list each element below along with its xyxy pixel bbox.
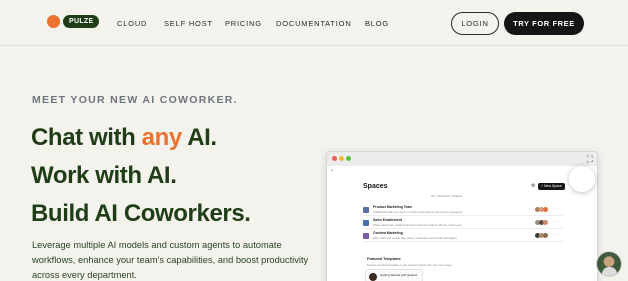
space-description: Share playbooks, battlecards and custome… bbox=[373, 223, 462, 227]
new-space-button[interactable]: + New Space bbox=[538, 183, 565, 190]
more-options-icon[interactable]: ··· bbox=[555, 219, 559, 224]
more-options-icon[interactable]: ··· bbox=[555, 206, 559, 211]
headline-line-1-pre: Chat with bbox=[31, 124, 142, 151]
chat-widget-avatar[interactable] bbox=[596, 251, 622, 277]
hero-eyebrow: MEET YOUR NEW AI COWORKER. bbox=[32, 94, 238, 106]
close-dot-icon bbox=[332, 156, 337, 161]
template-card[interactable]: Getting Started with Spaces bbox=[365, 269, 423, 281]
spaces-filter-tabs[interactable]: All · Favorited · Shared bbox=[431, 194, 462, 198]
space-row[interactable]: Product Marketing Team Collaborate with … bbox=[363, 205, 563, 216]
space-name: Product Marketing Team bbox=[373, 205, 413, 209]
pulze-logo[interactable]: PULZE bbox=[47, 15, 100, 28]
logo-wordmark: PULZE bbox=[63, 15, 100, 28]
nav-documentation[interactable]: DOCUMENTATION bbox=[276, 19, 352, 28]
try-for-free-button[interactable]: TRY FOR FREE bbox=[504, 12, 584, 35]
space-icon bbox=[363, 220, 369, 226]
maximize-dot-icon bbox=[346, 156, 351, 161]
headline-accent-word: any bbox=[141, 124, 183, 151]
member-avatars bbox=[535, 207, 548, 212]
back-chevron-icon[interactable]: ‹ bbox=[331, 168, 333, 174]
space-name: Content Marketing bbox=[373, 231, 403, 235]
headline-line-2: Work with AI. bbox=[31, 162, 177, 189]
member-avatars bbox=[535, 220, 548, 225]
headline-line-3: Build AI Coworkers. bbox=[31, 200, 251, 227]
expand-icon[interactable]: ⛶ bbox=[587, 154, 593, 164]
logo-dot-icon bbox=[47, 15, 60, 28]
nav-self-host[interactable]: SELF HOST bbox=[164, 19, 213, 28]
headline-line-1-post: AI. bbox=[181, 124, 217, 151]
settings-icon[interactable]: ⚙ bbox=[531, 183, 535, 189]
app-preview-window: ⛶ ‹ Spaces ⚙ + New Space All · Favorited… bbox=[326, 151, 598, 281]
nav-blog[interactable]: BLOG bbox=[365, 19, 389, 28]
space-name: Sales Enablement bbox=[373, 218, 403, 222]
space-row[interactable]: Content Marketing Plan, draft and review… bbox=[363, 231, 563, 242]
nav-cloud[interactable]: CLOUD bbox=[117, 19, 147, 28]
template-card-title: Getting Started with Spaces bbox=[380, 273, 418, 277]
login-button[interactable]: LOGIN bbox=[451, 12, 499, 35]
space-icon bbox=[363, 207, 369, 213]
site-header: PULZE CLOUD SELF HOST PRICING DOCUMENTAT… bbox=[0, 0, 628, 46]
space-row[interactable]: Sales Enablement Share playbooks, battle… bbox=[363, 218, 563, 229]
member-avatars bbox=[535, 233, 548, 238]
headline-line-1: Chat with any AI. bbox=[31, 124, 217, 152]
nav-pricing[interactable]: PRICING bbox=[225, 19, 262, 28]
space-description: Collaborate with your team to craft prod… bbox=[373, 210, 462, 214]
template-icon bbox=[369, 273, 377, 281]
floating-bubble[interactable] bbox=[569, 166, 595, 192]
minimize-dot-icon bbox=[339, 156, 344, 161]
hero-description: Leverage multiple AI models and custom a… bbox=[32, 240, 309, 280]
preview-titlebar: ⛶ bbox=[327, 152, 597, 166]
featured-templates-title: Featured Templates bbox=[367, 257, 401, 261]
space-icon bbox=[363, 233, 369, 239]
space-description: Plan, draft and review blog posts, newsl… bbox=[373, 236, 457, 240]
featured-templates-description: Explore curated templates to get started… bbox=[367, 263, 453, 267]
more-options-icon[interactable]: ··· bbox=[555, 232, 559, 237]
spaces-title: Spaces bbox=[363, 183, 388, 190]
